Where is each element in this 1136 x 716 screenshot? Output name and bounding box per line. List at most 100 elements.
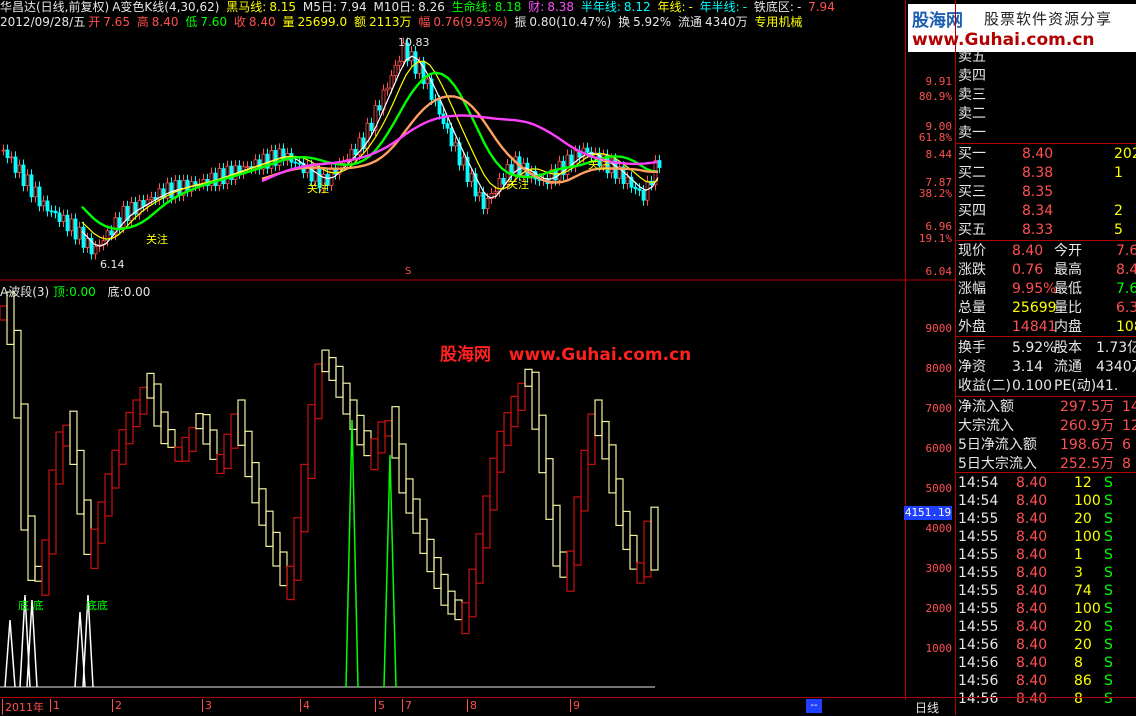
wave-box <box>566 550 575 592</box>
wave-box <box>76 449 85 515</box>
wave-box <box>104 473 113 517</box>
wave-top-value: 0.00 <box>69 285 96 299</box>
buy-row: 买二 8.38 1 <box>958 164 1136 182</box>
tick-price: 8.40 <box>1016 565 1048 581</box>
m10-label: M10日: <box>373 0 416 14</box>
candle-body <box>1 149 6 152</box>
high-label: 高 <box>136 15 149 29</box>
candle-body <box>53 210 58 214</box>
buy-label: 买二 <box>958 165 986 181</box>
amt-label: 额 <box>353 15 366 29</box>
wave-box <box>580 449 589 512</box>
tick-row: 14:55 8.40 74 S <box>958 582 1136 600</box>
tick-row: 14:54 8.40 12 S <box>958 474 1136 492</box>
watermark-url: www.Guhai.com.cn <box>508 345 692 365</box>
candle-body <box>221 168 226 185</box>
flow-extra: 12 <box>1122 418 1136 434</box>
period-button[interactable]: 日线 <box>915 699 939 716</box>
year-label: 年线: <box>657 0 686 14</box>
quote-value: 14841 <box>1012 319 1057 335</box>
chart-area[interactable]: 华昌达(日线,前复权) A变色K线(4,30,62) 黑马线: 8.15 M5日: 7… <box>0 0 905 700</box>
candle-body <box>557 160 562 181</box>
candle-body <box>37 186 42 207</box>
candle-body <box>477 191 482 197</box>
tick-side: S <box>1104 475 1113 491</box>
pct-value: 0.76(9.95%) <box>433 15 508 29</box>
wave-box <box>475 533 484 584</box>
quote-label: 内盘 <box>1054 319 1082 335</box>
wave-box <box>629 534 638 570</box>
tick-volume: 1 <box>1074 547 1083 563</box>
wave-box <box>594 399 603 437</box>
candle-body <box>141 200 146 207</box>
high-price-label: 10.83 <box>398 36 430 49</box>
candle-body <box>469 173 474 183</box>
wave-box <box>48 469 57 555</box>
iron-label: 铁底区: <box>753 0 794 14</box>
hm-label: 黑马线: <box>226 0 267 14</box>
flow-extra: 6 <box>1122 437 1131 453</box>
candle-body <box>69 218 74 232</box>
buy-row: 买三 8.35 <box>958 183 1136 201</box>
divider <box>956 143 1136 144</box>
wave-box <box>391 406 400 459</box>
tick-volume: 12 <box>1074 475 1092 491</box>
wave-box <box>363 430 372 457</box>
wave-box <box>41 539 50 596</box>
quote-value: 8.40 <box>1012 243 1044 259</box>
wave-box <box>615 478 624 527</box>
wave-box <box>223 433 232 470</box>
amt-value: 2113万 <box>368 15 412 29</box>
candle-body <box>25 174 30 187</box>
stock-title[interactable]: 华昌达(日线,前复权) <box>0 0 109 14</box>
wave-box <box>69 410 78 466</box>
candle-body <box>17 164 22 173</box>
tick-row: 14:55 8.40 20 S <box>958 618 1136 636</box>
wave-box <box>160 411 169 445</box>
wave-name[interactable]: A波段(3) <box>0 285 49 299</box>
candle-body <box>109 230 114 236</box>
tick-side: S <box>1104 601 1113 617</box>
guanzhu-label-1: 关注 <box>146 233 168 246</box>
wave-box <box>90 528 99 570</box>
open-label: 开 <box>88 15 101 29</box>
tick-volume: 3 <box>1074 565 1083 581</box>
candle-body <box>449 127 454 147</box>
hm-value: 8.15 <box>269 0 297 14</box>
float-label: 流通 <box>678 15 703 29</box>
sell-row: 卖二 <box>958 105 1136 123</box>
sell-label: 卖二 <box>958 106 986 122</box>
candle-body <box>49 210 54 213</box>
buy-price: 8.33 <box>1022 222 1054 238</box>
quote-row: 涨幅 9.95%最低 7.6 <box>958 280 1136 298</box>
wave-box <box>405 478 414 514</box>
quote-value: 9.95% <box>1012 281 1057 297</box>
wave-box <box>461 602 470 635</box>
tick-volume: 100 <box>1074 601 1101 617</box>
watermark-site: 股海网 <box>440 345 491 365</box>
tick-row: 14:55 8.40 1 S <box>958 546 1136 564</box>
candle-body <box>85 237 90 248</box>
guanzhu-label-3: 关注 <box>507 178 529 191</box>
tick-row: 14:56 8.40 8 S <box>958 654 1136 672</box>
tick-side: S <box>1104 493 1113 509</box>
wave-box <box>321 349 330 373</box>
quote-row: 现价 8.40 今开 7.6 <box>958 242 1136 260</box>
wave-box <box>55 431 64 485</box>
yhalf-value: - <box>742 0 748 14</box>
nav-button[interactable]: -- <box>806 699 822 713</box>
divider <box>956 336 1136 337</box>
wave-box <box>650 506 659 571</box>
candle-body <box>177 180 182 196</box>
quote-value: 6.3 <box>1116 300 1136 316</box>
candle-body <box>173 180 178 199</box>
indicator-name[interactable]: A变色K线(4,30,62) <box>112 0 219 14</box>
wave-box <box>174 446 183 462</box>
iron-value: - <box>796 0 802 14</box>
fund-label: 流通 <box>1054 359 1082 375</box>
tick-time: 14:55 <box>958 529 999 545</box>
life-label: 生命线: <box>451 0 492 14</box>
wave-top-label: 顶: <box>53 285 70 299</box>
quote-label: 最低 <box>1054 281 1082 297</box>
candle-body <box>13 156 18 173</box>
